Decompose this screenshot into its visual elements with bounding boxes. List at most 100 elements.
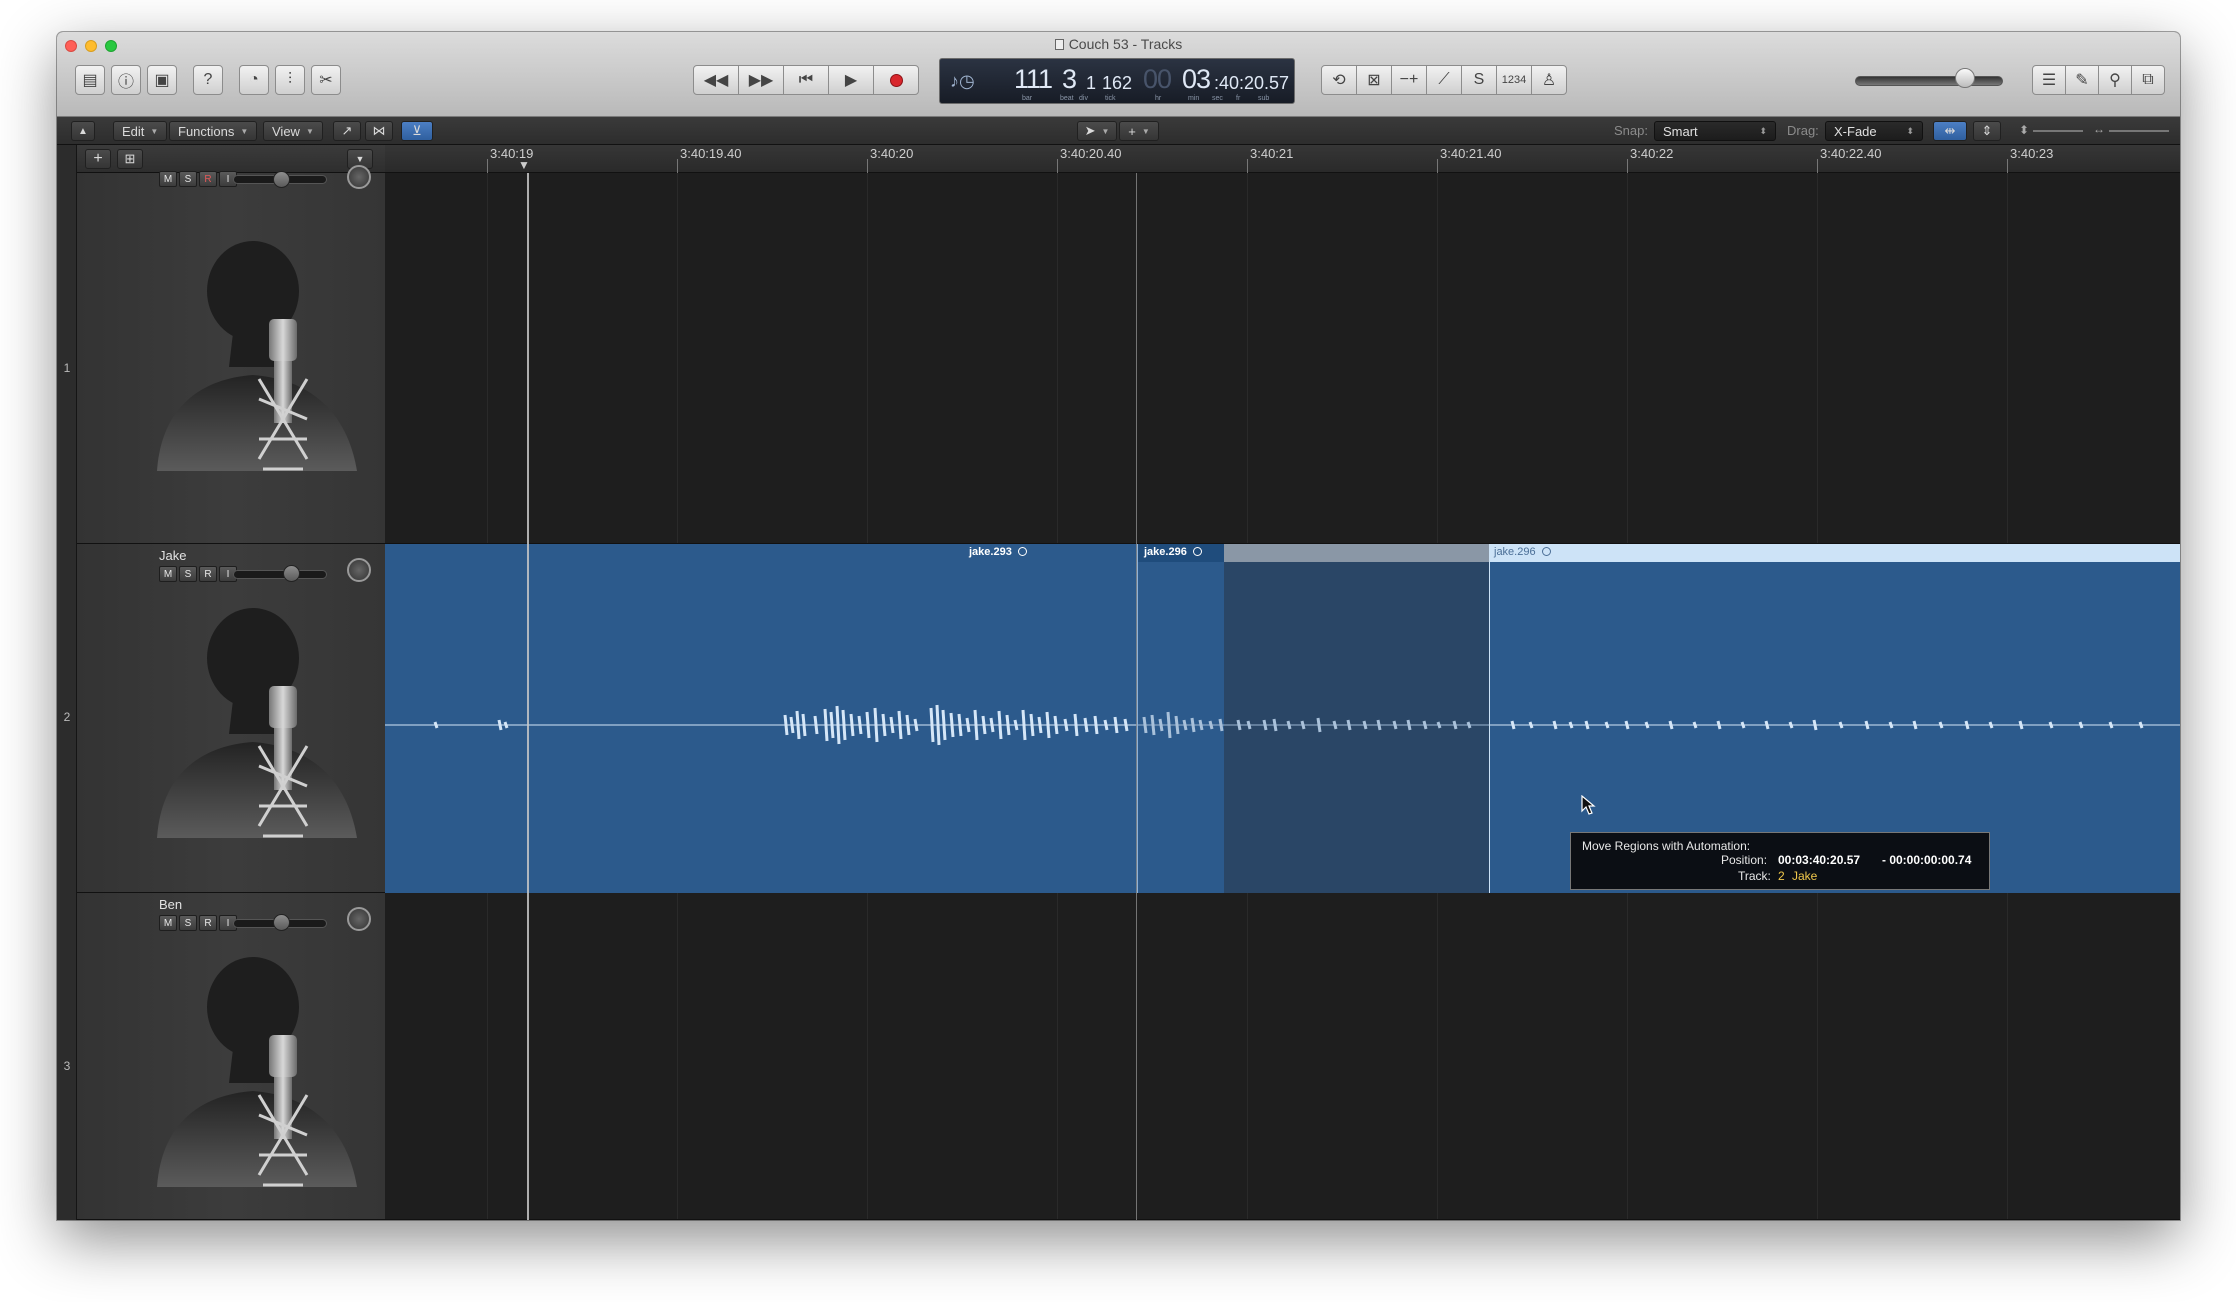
count-in-label: 1234 (1501, 74, 1527, 86)
editors-button[interactable]: ✂ (311, 65, 341, 95)
singer-microphone-icon (157, 241, 357, 471)
record-enable-button[interactable]: R (199, 915, 217, 931)
autopunch-button[interactable]: −+ (1391, 65, 1427, 95)
pan-knob[interactable] (347, 558, 371, 582)
play-button[interactable]: ▶ (828, 65, 874, 95)
metronome-button[interactable]: ♙ (1531, 65, 1567, 95)
drag-select[interactable]: X-Fade ⬍ (1825, 121, 1923, 141)
master-volume-slider[interactable] (1855, 76, 2003, 86)
master-volume-knob[interactable] (1955, 68, 1975, 88)
track-header-3[interactable]: Ben M S R I (77, 893, 385, 1220)
horizontal-zoom-icon: ↔ (2093, 122, 2105, 136)
mixer-icon: ⫶ (287, 71, 292, 88)
track-header-1[interactable]: M S R I (77, 165, 385, 544)
ruler-tick (2007, 159, 2008, 173)
library-button[interactable]: ▤ (75, 65, 105, 95)
lcd-label-div: div (1079, 95, 1088, 102)
edit-menu[interactable]: Edit ▼ (113, 121, 168, 141)
rewind-button[interactable]: ◀◀ (693, 65, 739, 95)
tuner-button[interactable]: ⟋ (1426, 65, 1462, 95)
audio-region[interactable]: jake.296 (1137, 544, 1489, 893)
solo-mode-button[interactable]: S (1461, 65, 1497, 95)
replace-icon: ⊠ (1367, 72, 1381, 89)
waveform (1138, 711, 1489, 739)
list-editors-button[interactable]: ☰ (2032, 65, 2066, 95)
link-button[interactable]: ⋈ (365, 121, 393, 141)
horizontal-zoom-slider[interactable] (2109, 130, 2169, 132)
view-menu[interactable]: View ▼ (263, 121, 323, 141)
drag-value: X-Fade (1834, 123, 1877, 139)
toolbar-toggle-button[interactable]: ▣ (147, 65, 177, 95)
waveform-zoom-icon: ⇹ (1944, 123, 1956, 138)
logic-window: Couch 53 - Tracks ▤ ⓘ ▣ ? ◔ ⫶ ✂ ◀◀ ▶▶ ⏮ … (57, 32, 2180, 1220)
solo-button[interactable]: S (179, 915, 197, 931)
move-regions-tooltip: Move Regions with Automation: Position: … (1570, 832, 1990, 890)
pan-knob[interactable] (347, 907, 371, 931)
count-in-button[interactable]: 1234 (1496, 65, 1532, 95)
record-enable-button[interactable]: R (199, 171, 217, 187)
ruler-label: 3:40:22 (1630, 146, 1674, 161)
smart-controls-button[interactable]: ◔ (239, 65, 269, 95)
go-to-beginning-button[interactable]: ⏮ (783, 65, 829, 95)
solo-button[interactable]: S (179, 566, 197, 582)
mixer-button[interactable]: ⫶ (275, 65, 305, 95)
record-label: R (204, 917, 212, 929)
ruler-label: 3:40:20 (870, 146, 914, 161)
fast-forward-button[interactable]: ▶▶ (738, 65, 784, 95)
track-lane-1[interactable] (385, 173, 2180, 544)
volume-knob[interactable] (273, 914, 290, 931)
track-lane-3[interactable] (385, 893, 2180, 1220)
vertical-zoom-slider[interactable] (2033, 130, 2083, 132)
mute-button[interactable]: M (159, 566, 177, 582)
flex-button[interactable]: ⊻ (401, 121, 433, 141)
loop-browser-button[interactable]: ⚲ (2098, 65, 2132, 95)
pointer-cursor-icon (1581, 795, 1596, 815)
play-icon: ▶ (844, 72, 858, 89)
waveform-zoom-button[interactable]: ⇹ (1933, 121, 1967, 141)
volume-knob[interactable] (273, 171, 290, 188)
left-click-tool-menu[interactable]: ➤ ▼ (1077, 121, 1117, 141)
playhead-marker-icon[interactable]: ▼ (518, 158, 530, 172)
tracks-area[interactable]: jake.293 jake.296 jake.296 (385, 173, 2180, 1220)
timeline-ruler[interactable]: 3:40:19 3:40:19.40 3:40:20 3:40:20.40 3:… (385, 145, 2180, 173)
mute-button[interactable]: M (159, 915, 177, 931)
pan-knob[interactable] (347, 165, 371, 189)
replace-button[interactable]: ⊠ (1356, 65, 1392, 95)
media-browser-button[interactable]: ⧉ (2131, 65, 2165, 95)
record-button[interactable] (873, 65, 919, 95)
chevron-down-icon: ▼ (150, 126, 159, 136)
go-to-beginning-icon: ⏮ (798, 71, 814, 88)
volume-knob[interactable] (283, 565, 300, 582)
lcd-display[interactable]: ♪◷ 111 3 1 162 00 03 :40:20.57 bar beat … (939, 58, 1295, 104)
tooltip-track-label: Track: (1738, 869, 1771, 883)
quick-help-button[interactable]: ? (193, 65, 223, 95)
solo-button[interactable]: S (179, 171, 197, 187)
snap-value: Smart (1663, 123, 1698, 139)
new-track-button[interactable]: + (85, 149, 111, 169)
singer-microphone-icon (157, 957, 357, 1187)
input-label: I (226, 917, 230, 929)
vertical-auto-zoom-button[interactable]: ⇕ (1973, 121, 2001, 141)
lcd-label-bar: bar (1022, 95, 1033, 102)
note-pads-button[interactable]: ✎ (2065, 65, 2099, 95)
document-icon (1054, 39, 1064, 50)
record-enable-button[interactable]: R (199, 566, 217, 582)
snap-select[interactable]: Smart ⬍ (1654, 121, 1776, 141)
mute-button[interactable]: M (159, 171, 177, 187)
scissors-icon: ✂ (319, 72, 333, 89)
ruler-tick (867, 159, 868, 173)
ruler-tick (1437, 159, 1438, 173)
back-button[interactable]: ▲ (71, 121, 95, 141)
functions-menu[interactable]: Functions ▼ (169, 121, 258, 141)
audio-region[interactable]: jake.293 (385, 544, 1137, 893)
lcd-beat: 3 (1062, 64, 1077, 94)
track-header-2[interactable]: Jake M S R I (77, 544, 385, 893)
tooltip-track-name: Jake (1792, 869, 1818, 883)
playhead[interactable] (527, 173, 529, 1220)
volume-slider[interactable] (233, 570, 327, 579)
inspector-button[interactable]: ⓘ (111, 65, 141, 95)
track-stack-button[interactable]: ⊞ (117, 149, 143, 169)
cmd-click-tool-menu[interactable]: + ▼ (1119, 121, 1159, 141)
cycle-button[interactable]: ⟲ (1321, 65, 1357, 95)
catch-button[interactable]: ↗ (333, 121, 361, 141)
